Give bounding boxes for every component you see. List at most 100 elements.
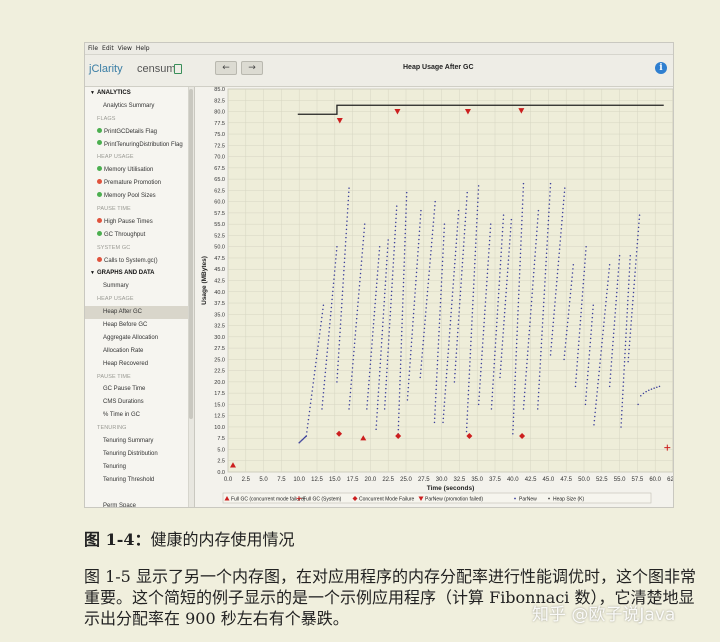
- parnew-point: [441, 272, 443, 275]
- sidebar-item[interactable]: GC Pause Time: [85, 383, 194, 396]
- parnew-point: [591, 316, 594, 319]
- sidebar-item[interactable]: Premature Promotion: [85, 177, 194, 190]
- parnew-point: [325, 359, 328, 362]
- sidebar-scrollbar[interactable]: [188, 87, 194, 507]
- parnew-point: [493, 362, 496, 365]
- parnew-point: [368, 371, 371, 374]
- parnew-point: [588, 349, 591, 352]
- collapse-triangle-icon[interactable]: ▼: [90, 267, 95, 280]
- parnew-point: [375, 428, 377, 430]
- parnew-point: [503, 324, 505, 326]
- sidebar-item[interactable]: % Time in GC: [85, 409, 194, 422]
- parnew-point: [506, 279, 508, 282]
- parnew-point: [311, 390, 313, 392]
- parnew-point: [522, 186, 525, 189]
- sidebar-item[interactable]: Summary: [85, 280, 194, 293]
- parnew-point: [387, 343, 390, 345]
- sidebar-item[interactable]: Memory Utilisation: [85, 164, 194, 177]
- parnew-point: [425, 303, 428, 305]
- parnew-point: [345, 236, 347, 239]
- parnew-point: [395, 221, 397, 224]
- sidebar-item[interactable]: Heap Recovered: [85, 358, 194, 371]
- collapse-triangle-icon[interactable]: ▼: [90, 87, 95, 100]
- parnew-point: [585, 399, 587, 402]
- parnew-point: [389, 310, 392, 313]
- sidebar-scroll-thumb[interactable]: [189, 89, 193, 419]
- back-button[interactable]: ←: [215, 61, 237, 75]
- parnew-point: [548, 203, 551, 205]
- info-icon[interactable]: i: [655, 62, 667, 74]
- parnew-point: [388, 331, 390, 333]
- parnew-point: [431, 233, 434, 236]
- sidebar-item[interactable]: CMS Durations: [85, 396, 194, 409]
- parnew-point: [474, 246, 477, 249]
- menu-view[interactable]: View: [118, 45, 132, 52]
- x-tick-label: 0.0: [224, 477, 233, 483]
- sidebar-item[interactable]: Allocation Rate: [85, 345, 194, 358]
- sidebar-item[interactable]: Tenuring Distribution: [85, 448, 194, 461]
- parnew-point: [491, 399, 493, 402]
- parnew-point: [433, 421, 436, 424]
- parnew-point: [447, 348, 450, 350]
- parnew-point: [550, 350, 552, 352]
- parnew-point: [465, 204, 468, 206]
- sidebar-item[interactable]: PrintGCDetails Flag: [85, 126, 194, 139]
- parnew-point: [631, 312, 633, 314]
- sidebar-item[interactable]: Tenuring: [85, 461, 194, 474]
- menu-edit[interactable]: Edit: [102, 45, 114, 52]
- parnew-point: [317, 345, 319, 347]
- parnew-point: [548, 207, 550, 209]
- parnew-point: [515, 359, 517, 361]
- parnew-point: [623, 360, 626, 363]
- sidebar-item-label: FLAGS: [97, 115, 116, 122]
- sidebar-item[interactable]: Analytics Summary: [85, 100, 194, 113]
- sidebar-item[interactable]: Tenuring Threshold: [85, 474, 194, 487]
- parnew-point: [501, 230, 504, 233]
- sidebar-item[interactable]: Memory Pool Sizes: [85, 190, 194, 203]
- parnew-point: [520, 240, 522, 242]
- parnew-point: [620, 418, 623, 420]
- sidebar-item[interactable]: Perm Space: [85, 500, 194, 508]
- parnew-point: [460, 282, 462, 284]
- parnew-point: [562, 207, 564, 210]
- parnew-point: [489, 227, 492, 230]
- parnew-point: [456, 234, 458, 236]
- sidebar-item[interactable]: Heap After GC: [85, 306, 194, 320]
- sidebar-item[interactable]: Aggregate Allocation: [85, 332, 194, 345]
- parnew-point: [512, 420, 515, 423]
- forward-button[interactable]: →: [241, 61, 263, 75]
- parnew-point: [572, 263, 575, 266]
- parnew-point: [342, 273, 345, 276]
- status-dot-icon: [97, 256, 102, 262]
- sidebar-item[interactable]: High Pause Times: [85, 216, 194, 229]
- legend-label: Heap Size (K): [553, 497, 584, 503]
- sidebar-item[interactable]: PrintTenuringDistribution Flag: [85, 139, 194, 152]
- sidebar-item[interactable]: Calls to System.gc(): [85, 255, 194, 268]
- parnew-point: [558, 256, 560, 259]
- parnew-point: [455, 242, 458, 244]
- parnew-point: [528, 337, 530, 340]
- parnew-point: [542, 305, 545, 308]
- x-tick-label: 32.5: [454, 477, 466, 483]
- menu-file[interactable]: File: [88, 45, 98, 52]
- parnew-point: [486, 276, 488, 279]
- sidebar-item-label: Allocation Rate: [103, 347, 144, 354]
- sidebar-item[interactable]: Heap Before GC: [85, 319, 194, 332]
- parnew-point: [650, 388, 653, 390]
- parnew-point: [377, 258, 380, 260]
- parnew-point: [466, 418, 468, 420]
- parnew-point: [495, 329, 498, 332]
- parnew-point: [549, 186, 552, 189]
- sidebar-item[interactable]: GC Throughput: [85, 229, 194, 242]
- parnew-point: [411, 337, 413, 339]
- parnew-point: [579, 324, 581, 326]
- parnew-point: [625, 324, 628, 326]
- parnew-point: [548, 211, 550, 214]
- parnew-point: [504, 307, 506, 310]
- status-dot-icon: [97, 179, 102, 185]
- sidebar-item[interactable]: Tenuring Summary: [85, 435, 194, 448]
- menu-help[interactable]: Help: [136, 45, 150, 52]
- parnew-point: [616, 283, 619, 286]
- parnew-point: [416, 255, 419, 257]
- parnew-point: [583, 270, 586, 273]
